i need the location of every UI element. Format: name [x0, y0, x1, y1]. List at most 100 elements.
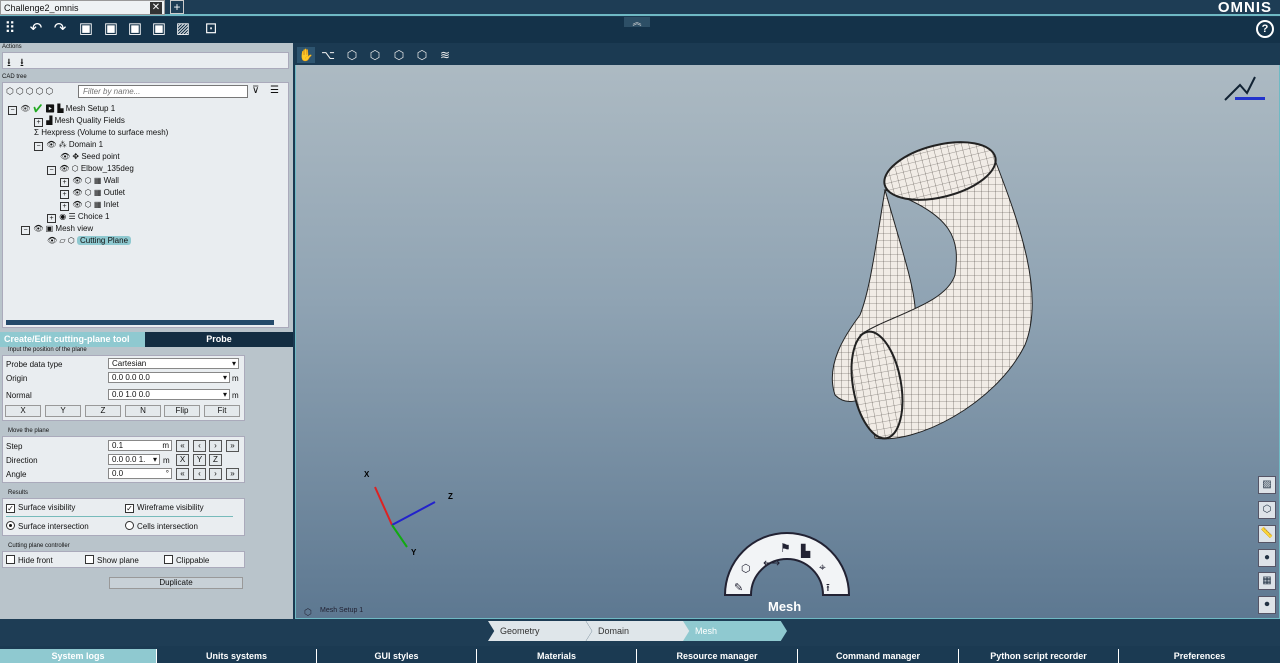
- export-icon[interactable]: ⊡: [201, 19, 221, 39]
- step-geometry[interactable]: Geometry: [488, 621, 592, 641]
- redo-icon[interactable]: ↷: [50, 19, 70, 39]
- wireframe-visibility-checkbox[interactable]: ✓ Wireframe visibility: [125, 503, 204, 513]
- tree-select-icon[interactable]: ⌥: [319, 47, 337, 63]
- download-icon[interactable]: ⭳: [7, 54, 11, 73]
- tree-item-seed-point[interactable]: 👁 ✥ Seed point: [60, 152, 120, 161]
- probe-type-select[interactable]: Cartesian ▾: [108, 358, 239, 369]
- filter-icon[interactable]: ⊽: [252, 85, 259, 96]
- z-button[interactable]: Z: [85, 405, 121, 417]
- collapse-toolbar-icon[interactable]: ︽: [624, 17, 650, 27]
- tree-item-domain[interactable]: − 👁 ⁂ Domain 1: [34, 140, 103, 151]
- eye-icon[interactable]: 👁: [47, 236, 57, 245]
- hide-front-checkbox[interactable]: Hide front: [6, 555, 53, 565]
- save-icon[interactable]: ▣: [76, 19, 96, 39]
- origin-input[interactable]: 0.0 0.0 0.0 ▾: [108, 372, 230, 383]
- tab-probe[interactable]: Probe: [145, 332, 293, 347]
- mesh-radial-menu[interactable]: ⟷ ⚑ ▙ ⌖ ⬡ ✎ ⭱: [723, 532, 851, 596]
- dir-y-button[interactable]: Y: [193, 454, 206, 466]
- save-as-icon[interactable]: ▣: [101, 19, 121, 39]
- close-icon[interactable]: ✕: [150, 2, 162, 14]
- ruler-icon[interactable]: 📏: [1258, 525, 1276, 543]
- document-tab[interactable]: Challenge2_omnis ✕: [0, 0, 165, 15]
- clippable-checkbox[interactable]: Clippable: [164, 555, 209, 565]
- image-icon[interactable]: ▨: [173, 19, 193, 39]
- tab-system-logs[interactable]: System logs: [0, 649, 157, 663]
- expand-icon[interactable]: −: [8, 106, 17, 115]
- tab-preferences[interactable]: Preferences: [1119, 649, 1280, 663]
- screenshot-icon[interactable]: ▨: [1258, 476, 1276, 494]
- camera-icon[interactable]: ⏺: [1258, 596, 1276, 614]
- angle-prev-button[interactable]: ‹: [193, 468, 206, 480]
- undo-icon[interactable]: ↶: [26, 19, 46, 39]
- sphere-icon[interactable]: ●: [1258, 549, 1276, 567]
- cube-edge-icon[interactable]: ⬡: [413, 47, 431, 63]
- step-domain[interactable]: Domain: [586, 621, 690, 641]
- step-last-button[interactable]: »: [226, 440, 239, 452]
- duplicate-button[interactable]: Duplicate: [109, 577, 243, 589]
- tree-item-inlet[interactable]: + 👁 ⬡ ▦ Inlet: [60, 200, 119, 211]
- help-button[interactable]: ?: [1256, 20, 1274, 38]
- angle-next-button[interactable]: ›: [209, 468, 222, 480]
- cells-intersection-radio[interactable]: Cells intersection: [125, 521, 198, 531]
- play-icon[interactable]: ▶: [45, 104, 55, 113]
- tab-gui-styles[interactable]: GUI styles: [317, 649, 477, 663]
- tab-cutting-plane[interactable]: Create/Edit cutting-plane tool: [0, 332, 145, 347]
- show-plane-checkbox[interactable]: Show plane: [85, 555, 139, 565]
- elbow-mesh[interactable]: [831, 132, 1033, 442]
- new-tab-button[interactable]: +: [170, 0, 184, 14]
- tree-view-icons[interactable]: ⬡⬡⬡⬡⬡: [6, 86, 55, 97]
- fit-button[interactable]: Fit: [204, 405, 240, 417]
- hand-icon[interactable]: ✋: [297, 47, 315, 63]
- eye-icon[interactable]: 👁: [20, 104, 30, 113]
- list-options-icon[interactable]: ☰: [270, 85, 279, 96]
- filter-input[interactable]: [78, 85, 248, 98]
- horizontal-scrollbar[interactable]: [6, 320, 274, 325]
- eye-icon[interactable]: 👁: [46, 140, 56, 149]
- view-cube-icon[interactable]: ⬡: [1258, 501, 1276, 519]
- tab-python-script-recorder[interactable]: Python script recorder: [959, 649, 1119, 663]
- step-input[interactable]: 0.1 m: [108, 440, 172, 451]
- step-next-button[interactable]: ›: [209, 440, 222, 452]
- tree-item-hexpress[interactable]: Σ Hexpress (Volume to surface mesh): [34, 128, 168, 137]
- tab-units-systems[interactable]: Units systems: [157, 649, 317, 663]
- tree-item-outlet[interactable]: + 👁 ⬡ ▦ Outlet: [60, 188, 125, 199]
- save-up-icon[interactable]: ▣: [125, 19, 145, 39]
- tree-item-wall[interactable]: + 👁 ⬡ ▦ Wall: [60, 176, 119, 187]
- cubes-icon[interactable]: ⬡: [366, 47, 384, 63]
- direction-input[interactable]: 0.0 0.0 1. ▾: [108, 454, 160, 465]
- tree-item-mesh-quality[interactable]: + ▟ Mesh Quality Fields: [34, 116, 125, 127]
- eye-icon[interactable]: 👁: [33, 224, 43, 233]
- n-button[interactable]: N: [125, 405, 161, 417]
- surface-visibility-checkbox[interactable]: ✓ Surface visibility: [6, 503, 75, 513]
- surface-intersection-radio[interactable]: Surface intersection: [6, 521, 89, 531]
- x-button[interactable]: X: [5, 405, 41, 417]
- grid-view-icon[interactable]: ▦: [1258, 572, 1276, 590]
- angle-input[interactable]: 0.0 °: [108, 468, 172, 479]
- eye-icon[interactable]: 👁: [72, 176, 82, 185]
- y-button[interactable]: Y: [45, 405, 81, 417]
- step-prev-button[interactable]: ‹: [193, 440, 206, 452]
- cube-icon[interactable]: ⬡: [343, 47, 361, 63]
- tree-item-mesh-view[interactable]: − 👁 ▣ Mesh view: [21, 224, 93, 235]
- step-mesh[interactable]: Mesh: [683, 621, 787, 641]
- cube-face-icon[interactable]: ⬡: [390, 47, 408, 63]
- eye-hidden-icon[interactable]: 👁: [60, 152, 70, 161]
- layers-icon[interactable]: ≋: [436, 47, 454, 63]
- eye-icon[interactable]: 👁: [59, 164, 69, 173]
- eye-icon[interactable]: 👁: [72, 200, 82, 209]
- eye-icon[interactable]: 👁: [72, 188, 82, 197]
- tree-item-mesh-setup[interactable]: − 👁 ✔ ▶ ▙ Mesh Setup 1: [8, 104, 115, 115]
- grid-icon[interactable]: ⠿: [0, 19, 20, 39]
- tree-item-choice[interactable]: + ◉ ☰ Choice 1: [47, 212, 109, 223]
- step-first-button[interactable]: «: [176, 440, 189, 452]
- angle-last-button[interactable]: »: [226, 468, 239, 480]
- dir-x-button[interactable]: X: [176, 454, 189, 466]
- dir-z-button[interactable]: Z: [209, 454, 222, 466]
- normal-input[interactable]: 0.0 1.0 0.0 ▾: [108, 389, 230, 400]
- tab-resource-manager[interactable]: Resource manager: [637, 649, 798, 663]
- tab-materials[interactable]: Materials: [477, 649, 637, 663]
- upload-icon[interactable]: ⭳: [20, 54, 24, 73]
- flip-button[interactable]: Flip: [164, 405, 200, 417]
- angle-first-button[interactable]: «: [176, 468, 189, 480]
- tree-item-elbow[interactable]: − 👁 ⬡ Elbow_135deg: [47, 164, 134, 175]
